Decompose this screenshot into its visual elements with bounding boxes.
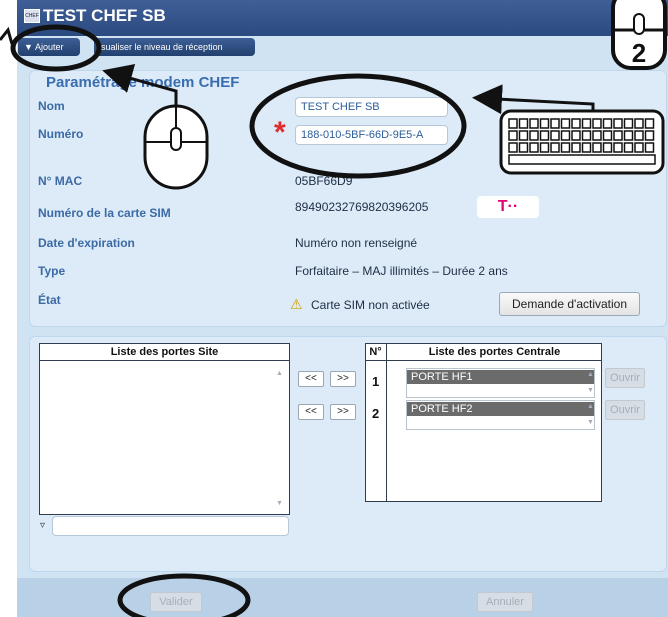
scroll-up-icon[interactable]: ▲	[276, 370, 283, 377]
site-ports-header-divider	[39, 360, 290, 361]
state-label: État	[38, 293, 61, 307]
window-title: TEST CHEF SB	[43, 6, 166, 25]
add-button-label: Ajouter	[34, 42, 64, 52]
port-name-2[interactable]: PORTE HF2	[407, 402, 594, 416]
site-ports-header: Liste des portes Site	[110, 346, 219, 358]
name-label: Nom	[38, 99, 65, 113]
num-column-divider	[386, 343, 387, 502]
scroll-down-icon[interactable]: ▼	[587, 387, 594, 394]
add-button[interactable]: ▼ Ajouter	[18, 38, 80, 56]
expiry-label: Date d'expiration	[38, 236, 135, 250]
view-reception-level-button[interactable]: isualiser le niveau de réception	[94, 38, 255, 56]
port-name-1[interactable]: PORTE HF1	[407, 370, 594, 384]
scroll-down-icon[interactable]: ▼	[276, 500, 283, 507]
edge-arrow	[0, 26, 14, 45]
number-label: Numéro	[38, 127, 84, 141]
required-marker: *	[274, 116, 286, 149]
keyboard-icon	[499, 109, 665, 175]
open-button-2[interactable]: Ouvrir	[605, 400, 645, 420]
central-header-divider	[365, 360, 602, 361]
view-reception-level-label: isualiser le niveau de réception	[99, 42, 223, 52]
activation-request-button[interactable]: Demande d'activation	[499, 292, 640, 316]
validate-button[interactable]: Valider	[150, 592, 202, 612]
move-right-button-2[interactable]: >>	[330, 404, 356, 420]
carrier-logo: T··	[477, 196, 539, 218]
footer-bar	[17, 578, 668, 617]
app-icon: CHEF	[24, 9, 40, 23]
title-bar: CHEF TEST CHEF SB	[17, 0, 668, 36]
dialog-window: CHEF TEST CHEF SB ▼ Ajouter isualiser le…	[17, 0, 668, 617]
num-header: N°	[369, 346, 382, 358]
move-left-button-2[interactable]: <<	[298, 404, 324, 420]
central-ports-header: Liste des portes Centrale	[428, 346, 561, 358]
mouse-icon	[143, 104, 209, 190]
move-right-button-1[interactable]: >>	[330, 371, 356, 387]
row-number: 2	[372, 406, 380, 421]
name-input[interactable]: TEST CHEF SB	[295, 97, 448, 117]
sim-number-label: Numéro de la carte SIM	[38, 206, 171, 220]
row-number: 1	[372, 374, 380, 389]
filter-icon: ▿	[40, 520, 46, 531]
cancel-button[interactable]: Annuler	[477, 592, 533, 612]
section-title: Paramétrage modem CHEF	[46, 74, 240, 91]
number-input[interactable]: 188-010-5BF-66D-9E5-A	[295, 125, 448, 145]
scroll-up-icon[interactable]: ▲	[587, 403, 594, 410]
sim-number-value: 89490232769820396205	[295, 200, 429, 214]
scroll-up-icon[interactable]: ▲	[587, 371, 594, 378]
site-ports-list[interactable]	[39, 343, 290, 515]
state-value: Carte SIM non activée	[311, 298, 430, 312]
mac-label: N° MAC	[38, 174, 83, 188]
expiry-value: Numéro non renseigné	[295, 236, 418, 250]
step-badge: 2	[611, 0, 667, 70]
mac-value: 05BF66D9	[295, 174, 353, 188]
type-label: Type	[38, 264, 66, 278]
move-left-button-1[interactable]: <<	[298, 371, 324, 387]
warning-triangle-icon: ⚠	[290, 296, 303, 312]
triangle-down-icon: ▼	[24, 42, 33, 52]
open-button-1[interactable]: Ouvrir	[605, 368, 645, 388]
scroll-down-icon[interactable]: ▼	[587, 419, 594, 426]
site-ports-filter-input[interactable]	[52, 516, 289, 536]
step-number: 2	[632, 38, 646, 68]
type-value: Forfaitaire – MAJ illimités – Durée 2 an…	[295, 264, 508, 278]
